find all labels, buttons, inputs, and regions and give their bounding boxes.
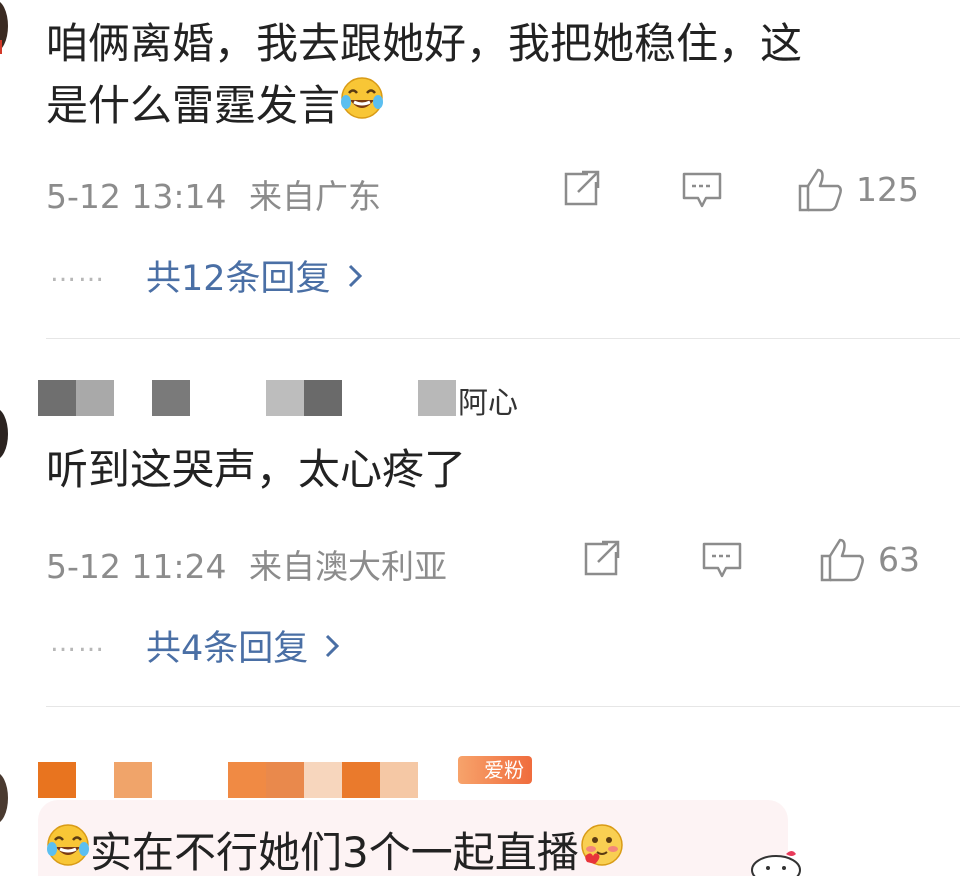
mosaic-block [228,762,266,798]
comment-text-content: 实在不行她们3个一起直播 [90,828,579,877]
mosaic-block [76,380,114,416]
divider [46,338,960,339]
like-count: 63 [878,539,920,579]
comment-text: 听到这哭声，太心疼了 [46,445,467,494]
comment-text: 咱俩离婚，我去跟她好，我把她稳住，这 [46,19,803,68]
comment-icon [682,172,722,208]
like-icon [820,538,864,582]
decoration-icon [751,851,801,876]
share-button[interactable] [580,538,622,580]
comment-meta: 5-12 13:14 来自广东 [46,170,381,218]
like-button[interactable]: 63 [818,536,920,582]
comment-button[interactable] [680,168,724,212]
chevron-right-icon [326,634,340,657]
comment-time: 5-12 13:14 [46,177,227,216]
fan-badge-label: 爱粉 [484,758,524,782]
username-masked[interactable]: 阿心 [38,380,518,421]
fan-badge: 爱粉 [458,756,532,784]
mosaic-block [38,762,76,798]
replies-label: 共12条回复 [146,259,331,299]
avatar[interactable] [0,772,8,824]
share-icon [564,170,600,206]
chevron-right-icon [348,264,362,287]
mosaic-block [304,762,342,798]
reply-dots: …… [50,258,106,288]
mosaic-block [342,762,380,798]
blushing-emoji [579,822,625,884]
laughing-tears-emoji [340,76,384,136]
like-count: 125 [856,169,919,209]
laughing-tears-emoji [46,823,90,883]
like-icon [798,168,842,212]
divider [46,706,960,707]
like-button[interactable]: 125 [796,166,919,212]
comment-button[interactable] [700,538,744,582]
comment-location: 来自澳大利亚 [249,547,447,586]
replies-label: 共4条回复 [146,629,309,669]
comment-location: 来自广东 [249,177,381,216]
avatar-badge [0,40,2,54]
mosaic-block [266,380,304,416]
view-replies-link[interactable]: 共12条回复 [146,250,363,301]
share-icon [584,540,620,576]
mosaic-block [266,762,304,798]
mosaic-block [380,762,418,798]
comment-text-line2-content: 是什么雷霆发言 [46,81,341,130]
avatar[interactable] [0,408,8,460]
mosaic-block [114,762,152,798]
mosaic-block [38,380,76,416]
share-button[interactable] [560,168,602,210]
comment-icon [702,542,742,578]
mosaic-block [418,380,456,416]
view-replies-link[interactable]: 共4条回复 [146,620,340,671]
comment-time: 5-12 11:24 [46,547,227,586]
comment-text-line2: 是什么雷霆发言 [46,76,384,136]
reply-dots: …… [50,628,106,658]
username-suffix: 阿心 [458,386,518,421]
comment-text: 实在不行她们3个一起直播 [46,822,625,884]
mosaic-block [304,380,342,416]
mosaic-block [152,380,190,416]
comment-meta: 5-12 11:24 来自澳大利亚 [46,540,447,588]
